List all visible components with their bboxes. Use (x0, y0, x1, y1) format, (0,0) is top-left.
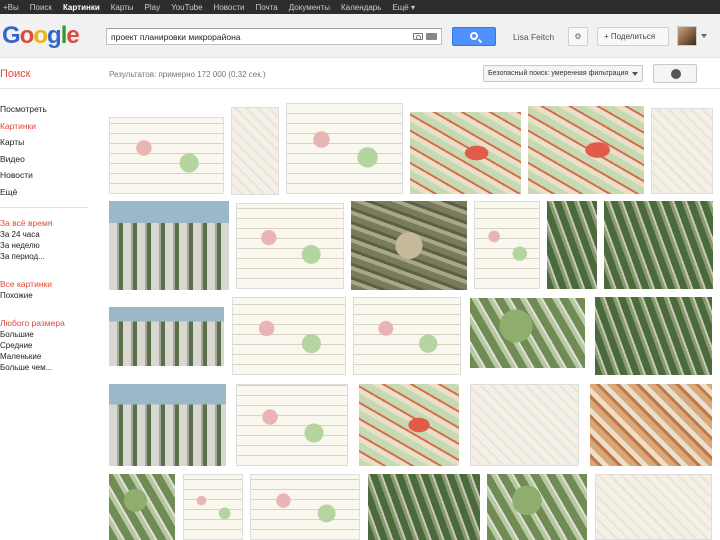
header: Google проект планировки микрорайона Lis… (0, 14, 720, 58)
image-result[interactable] (109, 384, 226, 466)
image-result[interactable] (231, 107, 279, 195)
top-nav-item[interactable]: Поиск (30, 3, 52, 12)
google-logo[interactable]: Google (2, 22, 80, 49)
top-nav-item[interactable]: Календарь (341, 3, 381, 12)
filter-size-title[interactable]: Любого размера (0, 318, 100, 330)
user-name[interactable]: Lisa Feitch (513, 32, 554, 42)
top-nav-item[interactable]: Карты (111, 3, 134, 12)
image-result[interactable] (595, 297, 712, 375)
top-nav-item[interactable]: Почта (256, 3, 278, 12)
settings-button[interactable] (653, 64, 697, 83)
image-result[interactable] (359, 384, 459, 466)
image-result[interactable] (470, 384, 579, 466)
nav-items: Посмотреть Картинки Карты Видео Новости Ещё (0, 104, 100, 203)
image-result[interactable] (410, 112, 521, 194)
logo-letter: e (66, 22, 79, 49)
search-query-text: проект планировки микрорайона (111, 32, 241, 42)
image-result[interactable] (474, 201, 540, 289)
section-title: Поиск (0, 68, 31, 80)
filter-size-option[interactable]: Маленькие (0, 352, 100, 363)
results-count: Результатов: примерно 172 000 (0,32 сек.… (109, 70, 266, 79)
search-icon (470, 32, 478, 40)
safe-search-label: Безопасный поиск: умеренная фильтрация (488, 70, 629, 77)
logo-letter: o (33, 22, 48, 49)
filter-images-options: Похожие (0, 291, 100, 302)
left-nav-item[interactable]: Посмотреть (0, 104, 100, 121)
top-nav-item[interactable]: YouTube (171, 3, 202, 12)
filter-time-option[interactable]: За период... (0, 252, 100, 263)
top-nav-item[interactable]: Новости (214, 3, 245, 12)
top-nav-item[interactable]: Play (145, 3, 161, 12)
gear-small-icon: ⚙ (574, 32, 582, 41)
left-nav-item[interactable]: Новости (0, 170, 100, 187)
image-result[interactable] (236, 203, 344, 289)
filter-size-option[interactable]: Средние (0, 341, 100, 352)
gear-icon (671, 69, 681, 79)
left-nav-item[interactable]: Ещё (0, 187, 100, 204)
filter-time-options: За 24 часа За неделю За период... (0, 230, 100, 263)
safe-search-select[interactable]: Безопасный поиск: умеренная фильтрация (483, 65, 643, 82)
divider (0, 207, 88, 208)
filter-time-title[interactable]: За всё время (0, 218, 100, 230)
image-result[interactable] (236, 384, 348, 466)
filter-size-option[interactable]: Большие (0, 330, 100, 341)
top-nav-item[interactable]: +Вы (3, 3, 19, 12)
image-result[interactable] (353, 297, 461, 375)
image-result[interactable] (183, 474, 243, 540)
filter-time-option[interactable]: За неделю (0, 241, 100, 252)
left-nav-item[interactable]: Видео (0, 154, 100, 171)
chevron-down-icon[interactable] (701, 34, 707, 38)
left-nav-item[interactable]: Карты (0, 137, 100, 154)
notifications-button[interactable]: ⚙ (568, 27, 588, 46)
image-result[interactable] (651, 108, 713, 194)
left-nav: Посмотреть Картинки Карты Видео Новости Ещё З… (0, 104, 100, 374)
keyboard-icon[interactable] (426, 33, 437, 40)
results-bar: Поиск Результатов: примерно 172 000 (0,3… (0, 59, 720, 89)
image-result[interactable] (368, 474, 480, 540)
search-button[interactable] (452, 27, 496, 46)
filter-size-options: Большие Средние Маленькие Больше чем... (0, 330, 100, 374)
image-result[interactable] (109, 307, 224, 366)
share-button[interactable]: + Поделиться (597, 27, 669, 46)
filter-time-option[interactable]: За 24 часа (0, 230, 100, 241)
image-result[interactable] (109, 201, 229, 290)
chevron-down-icon (632, 72, 638, 76)
search-input[interactable]: проект планировки микрорайона (106, 28, 442, 45)
filter-images-title[interactable]: Все картинки (0, 279, 100, 291)
top-nav-item[interactable]: Ещё ▾ (392, 3, 415, 12)
filter-images-option[interactable]: Похожие (0, 291, 100, 302)
top-nav-item[interactable]: Документы (289, 3, 330, 12)
logo-letter: g (47, 22, 62, 49)
image-result[interactable] (286, 103, 403, 194)
image-result[interactable] (109, 474, 175, 540)
camera-icon[interactable] (413, 33, 423, 40)
filter-size-option[interactable]: Больше чем... (0, 363, 100, 374)
image-result[interactable] (232, 297, 346, 375)
image-result[interactable] (547, 201, 597, 289)
image-result[interactable] (351, 201, 467, 290)
top-nav-item[interactable]: Картинки (63, 3, 100, 12)
image-result[interactable] (604, 201, 713, 289)
image-result[interactable] (528, 106, 644, 194)
image-result[interactable] (595, 474, 712, 540)
image-result[interactable] (109, 117, 224, 194)
logo-letter: o (19, 22, 35, 49)
left-nav-item[interactable]: Картинки (0, 121, 100, 138)
logo-letter: G (2, 22, 21, 49)
image-result[interactable] (470, 298, 585, 368)
google-images-page: +Вы Поиск Картинки Карты Play YouTube Новости П… (0, 0, 720, 540)
image-result[interactable] (590, 384, 712, 466)
image-result[interactable] (250, 474, 360, 540)
top-nav-bar: +Вы Поиск Картинки Карты Play YouTube Новости П… (0, 0, 720, 14)
image-result[interactable] (487, 474, 587, 540)
avatar[interactable] (677, 26, 697, 46)
